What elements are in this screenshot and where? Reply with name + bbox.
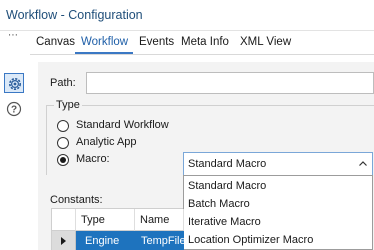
gear-icon[interactable] [4,73,24,93]
svg-text:?: ? [11,105,17,116]
path-input[interactable] [86,72,374,94]
constants-table: Type Name Engine TempFile [51,208,186,250]
radio-selected-dot [60,157,66,163]
radio-label-macro: Macro: [76,153,110,165]
row-selector[interactable] [52,231,76,250]
chevron-up-icon [358,159,368,172]
tab-events[interactable]: Events [139,36,174,48]
dropdown-option-standard-macro[interactable]: Standard Macro [184,177,372,195]
cell-type[interactable]: Engine [80,231,119,250]
tab-divider [30,54,374,55]
dropdown-option-batch-macro[interactable]: Batch Macro [184,195,372,213]
radio-label-analytic-app: Analytic App [76,136,137,148]
left-icon-strip: ⋯ ? [0,31,30,250]
tab-xml-view[interactable]: XML View [240,36,291,48]
constants-label: Constants: [50,194,103,206]
row-header-column [52,209,76,231]
dropdown-option-location-optimizer-macro[interactable]: Location Optimizer Macro [184,231,372,249]
radio-analytic-app[interactable] [57,137,69,149]
macro-type-dropdown: Standard Macro Batch Macro Iterative Mac… [183,175,373,250]
tab-meta-info[interactable]: Meta Info [181,36,229,48]
type-group-label: Type [54,99,82,111]
cell-name[interactable]: TempFile [136,231,186,250]
window-title: Workflow - Configuration [6,8,143,22]
more-dots-icon[interactable]: ⋯ [8,31,18,41]
help-circle-icon[interactable]: ? [6,101,22,117]
column-header-type[interactable]: Type [76,209,135,231]
tab-canvas[interactable]: Canvas [36,36,75,48]
macro-type-select[interactable]: Standard Macro [183,152,373,176]
radio-standard-workflow[interactable] [57,120,69,132]
row-pointer-icon [61,237,66,245]
radio-label-standard-workflow: Standard Workflow [76,119,169,131]
macro-type-select-value: Standard Macro [188,158,267,170]
dropdown-option-iterative-macro[interactable]: Iterative Macro [184,213,372,231]
tab-workflow[interactable]: Workflow [81,36,128,48]
path-label: Path: [50,77,76,89]
title-divider [0,30,374,31]
radio-macro[interactable] [57,154,69,166]
title-bar: Workflow - Configuration [0,0,374,31]
column-header-name[interactable]: Name [135,209,184,231]
